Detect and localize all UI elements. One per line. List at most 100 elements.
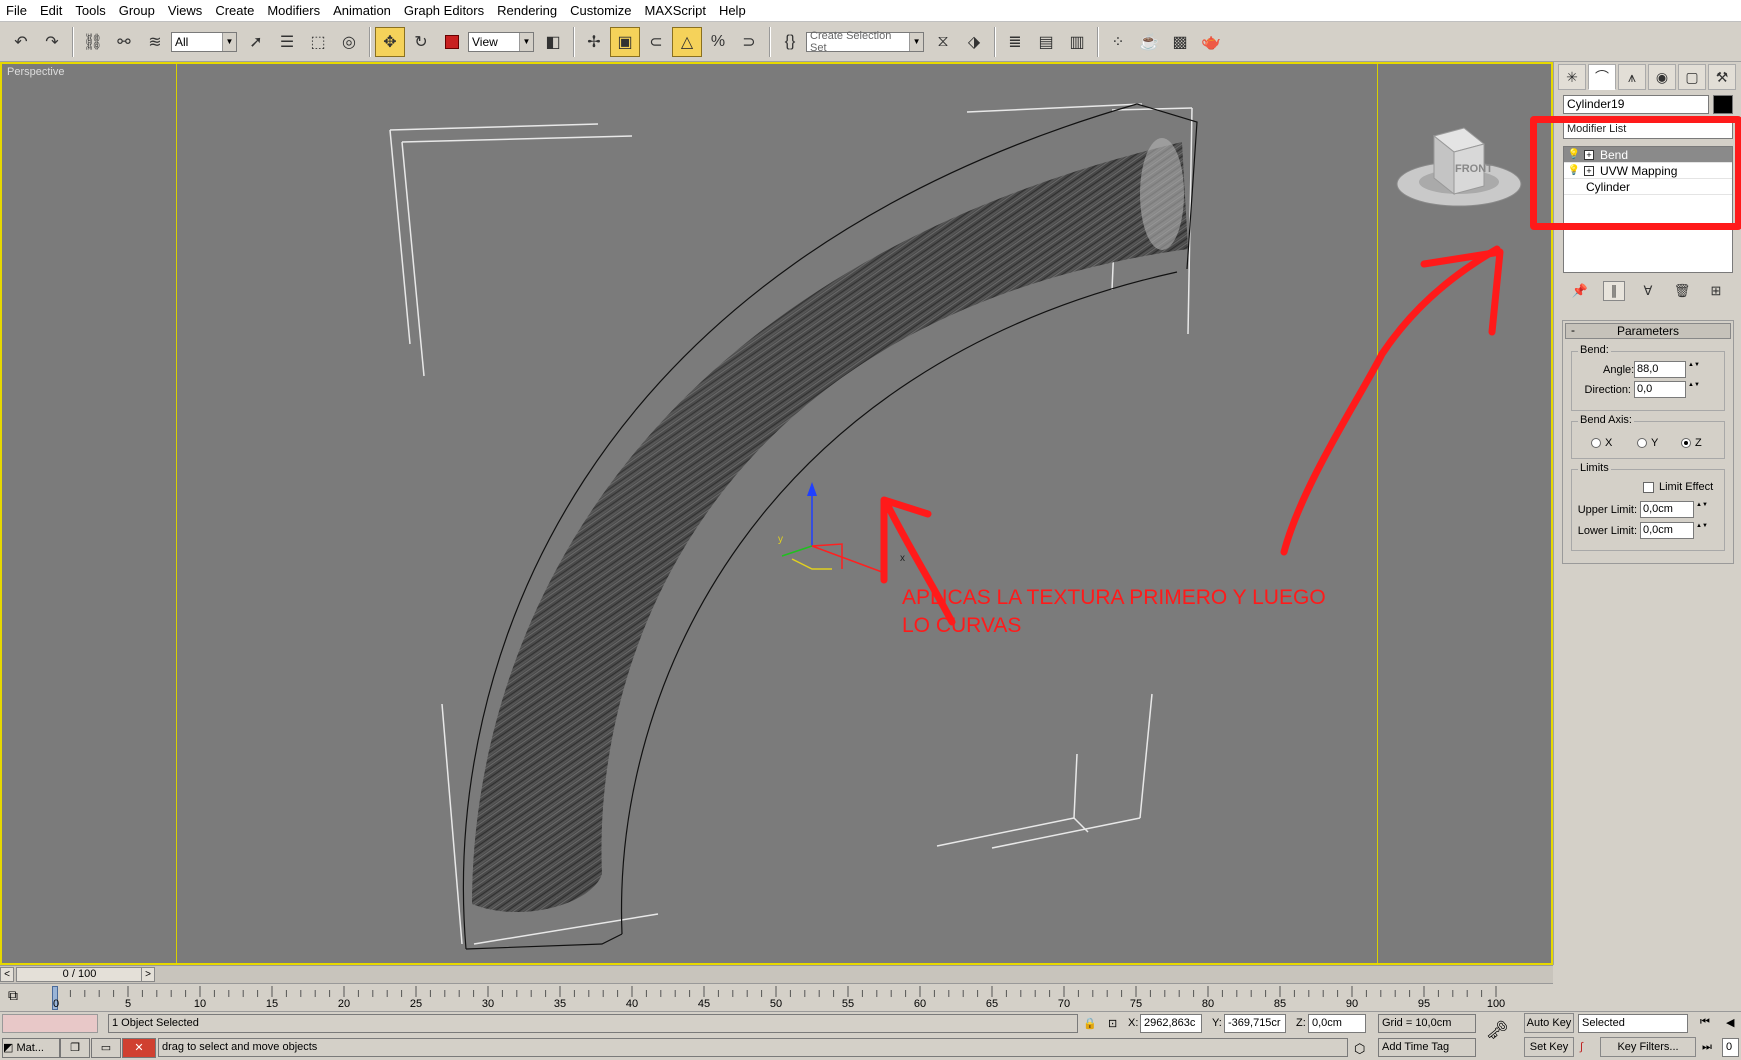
x-coord-input[interactable]: 2962,863c	[1140, 1014, 1202, 1033]
time-tag-icon[interactable]: ⬡	[1354, 1041, 1365, 1057]
bind-spacewarp-icon[interactable]: ≋	[140, 27, 170, 57]
modify-tab-icon[interactable]: ⌒	[1588, 64, 1616, 90]
go-to-start-icon[interactable]: ⏮	[1700, 1016, 1710, 1029]
previous-frame-icon[interactable]: ◀	[1726, 1016, 1734, 1029]
lock-selection-icon[interactable]: 🔒	[1083, 1017, 1097, 1030]
lower-limit-input[interactable]: 0,0cm	[1640, 522, 1694, 539]
time-slider[interactable]: 0 / 100	[16, 967, 143, 982]
spinner-icon[interactable]: ▲▼	[1688, 381, 1700, 398]
named-selection-set-dropdown[interactable]: Create Selection Set ▼	[806, 30, 924, 54]
select-and-scale-icon[interactable]	[437, 27, 467, 57]
material-editor-icon[interactable]: ⁘	[1103, 27, 1133, 57]
spinner-snap-icon[interactable]: ⊃	[734, 27, 764, 57]
restore-icon[interactable]: ❐	[60, 1038, 90, 1058]
angle-input[interactable]: 88,0	[1634, 361, 1686, 378]
viewcube[interactable]: FRONT	[1396, 127, 1522, 207]
menu-customize[interactable]: Customize	[570, 3, 631, 18]
redo-icon[interactable]: ↷	[37, 27, 67, 57]
undo-icon[interactable]: ↶	[6, 27, 36, 57]
curve-editor-icon[interactable]: ▥	[1062, 27, 1092, 57]
link-icon[interactable]: ⛓	[78, 27, 108, 57]
menu-modifiers[interactable]: Modifiers	[267, 3, 320, 18]
absolute-mode-icon[interactable]: ⊡	[1108, 1017, 1117, 1030]
menu-tools[interactable]: Tools	[75, 3, 105, 18]
select-object-icon[interactable]: ➚	[241, 27, 271, 57]
pivot-center-icon[interactable]: ◧	[538, 27, 568, 57]
menu-help[interactable]: Help	[719, 3, 746, 18]
current-frame-field[interactable]: 0	[1722, 1038, 1739, 1057]
menu-animation[interactable]: Animation	[333, 3, 391, 18]
upper-limit-input[interactable]: 0,0cm	[1640, 501, 1694, 518]
selection-filter-dropdown[interactable]: All ▼	[171, 31, 237, 52]
chevron-left-icon[interactable]: <	[0, 967, 14, 982]
rendered-frame-window-icon[interactable]: ▩	[1165, 27, 1195, 57]
z-coord-input[interactable]: 0,0cm	[1308, 1014, 1366, 1033]
menu-edit[interactable]: Edit	[40, 3, 62, 18]
y-coord-input[interactable]: -369,715cr	[1224, 1014, 1286, 1033]
perspective-viewport[interactable]: Perspective y x FRONT APLICAS LA TEXTURA…	[0, 62, 1553, 965]
remove-modifier-icon[interactable]: 🗑	[1671, 281, 1693, 301]
toggle-key-mode-icon[interactable]: ⏭	[1702, 1041, 1712, 1054]
key-filters-button[interactable]: Key Filters...	[1600, 1037, 1696, 1057]
maximize-icon[interactable]: ▭	[91, 1038, 121, 1058]
reference-coordinate-dropdown[interactable]: View ▼	[468, 31, 534, 52]
object-color-swatch[interactable]	[1713, 95, 1733, 114]
close-icon[interactable]: ✕	[122, 1038, 156, 1058]
create-tab-icon[interactable]: ✳	[1558, 64, 1586, 90]
chevron-right-icon[interactable]: >	[141, 967, 155, 982]
checkbox[interactable]	[1643, 481, 1654, 493]
menu-rendering[interactable]: Rendering	[497, 3, 557, 18]
rectangular-selection-icon[interactable]: ⬚	[303, 27, 333, 57]
select-and-rotate-icon[interactable]: ↻	[406, 27, 436, 57]
direction-input[interactable]: 0,0	[1634, 381, 1686, 398]
rollout-header[interactable]: - Parameters	[1565, 323, 1731, 339]
motion-tab-icon[interactable]: ◉	[1648, 64, 1676, 90]
radio-button[interactable]	[1591, 438, 1601, 448]
radio-button[interactable]	[1637, 438, 1647, 448]
layer-manager-icon[interactable]: ≣	[1000, 27, 1030, 57]
object-name-field[interactable]: Cylinder19	[1563, 95, 1709, 114]
angle-snap-icon[interactable]: △	[672, 26, 702, 57]
track-bar[interactable]: ⧉ 0 5 10 15 20 25 30 35 40 45 50 55 60 65 70 75 80 85 90 95…	[0, 983, 1553, 1011]
auto-key-button[interactable]: Auto Key	[1524, 1013, 1574, 1033]
unlink-icon[interactable]: ⚯	[109, 27, 139, 57]
menu-create[interactable]: Create	[215, 3, 254, 18]
key-tangent-icon[interactable]: ∫	[1580, 1041, 1583, 1053]
set-key-button[interactable]: Set Key	[1524, 1037, 1574, 1057]
select-and-move-icon[interactable]: ✥	[375, 26, 405, 57]
show-end-result-icon[interactable]: ∥	[1603, 281, 1625, 301]
pin-stack-icon[interactable]: 📌	[1569, 281, 1591, 301]
edit-named-selection-icon[interactable]: {}	[775, 27, 805, 57]
select-by-name-icon[interactable]: ☰	[272, 27, 302, 57]
mirror-icon[interactable]: ⧖	[928, 27, 958, 57]
axis-y-radio[interactable]: Y	[1637, 437, 1658, 449]
configure-modifier-sets-icon[interactable]: ⊞	[1705, 281, 1727, 301]
add-time-tag[interactable]: Add Time Tag	[1378, 1038, 1476, 1057]
window-crossing-icon[interactable]: ◎	[334, 27, 364, 57]
menu-maxscript[interactable]: MAXScript	[645, 3, 706, 18]
hierarchy-tab-icon[interactable]: ⩚	[1618, 64, 1646, 90]
taskbar-app-button[interactable]: ◩ Mat...	[2, 1038, 60, 1058]
keyboard-shortcut-override-icon[interactable]: ▣	[610, 26, 640, 57]
render-setup-icon[interactable]: ☕	[1134, 27, 1164, 57]
axis-z-radio[interactable]: Z	[1681, 437, 1702, 449]
display-tab-icon[interactable]: ▢	[1678, 64, 1706, 90]
render-production-icon[interactable]: 🫖	[1196, 27, 1226, 57]
menu-file[interactable]: File	[6, 3, 27, 18]
graphite-ribbon-icon[interactable]: ▤	[1031, 27, 1061, 57]
utilities-tab-icon[interactable]: ⚒	[1708, 64, 1736, 90]
spinner-icon[interactable]: ▲▼	[1688, 361, 1700, 378]
menu-group[interactable]: Group	[119, 3, 155, 18]
menu-views[interactable]: Views	[168, 3, 202, 18]
snaps-toggle-icon[interactable]: ⊂	[641, 27, 671, 57]
manipulate-icon[interactable]: ✢	[579, 27, 609, 57]
limit-effect-checkbox[interactable]: Limit Effect	[1643, 481, 1713, 493]
menu-graph-editors[interactable]: Graph Editors	[404, 3, 484, 18]
spinner-icon[interactable]: ▲▼	[1696, 501, 1708, 518]
key-mode-dropdown[interactable]: Selected	[1578, 1014, 1688, 1033]
align-icon[interactable]: ⬗	[959, 27, 989, 57]
make-unique-icon[interactable]: ∀	[1637, 281, 1659, 301]
axis-x-radio[interactable]: X	[1591, 437, 1612, 449]
percent-snap-icon[interactable]: %	[703, 27, 733, 57]
radio-button[interactable]	[1681, 438, 1691, 448]
